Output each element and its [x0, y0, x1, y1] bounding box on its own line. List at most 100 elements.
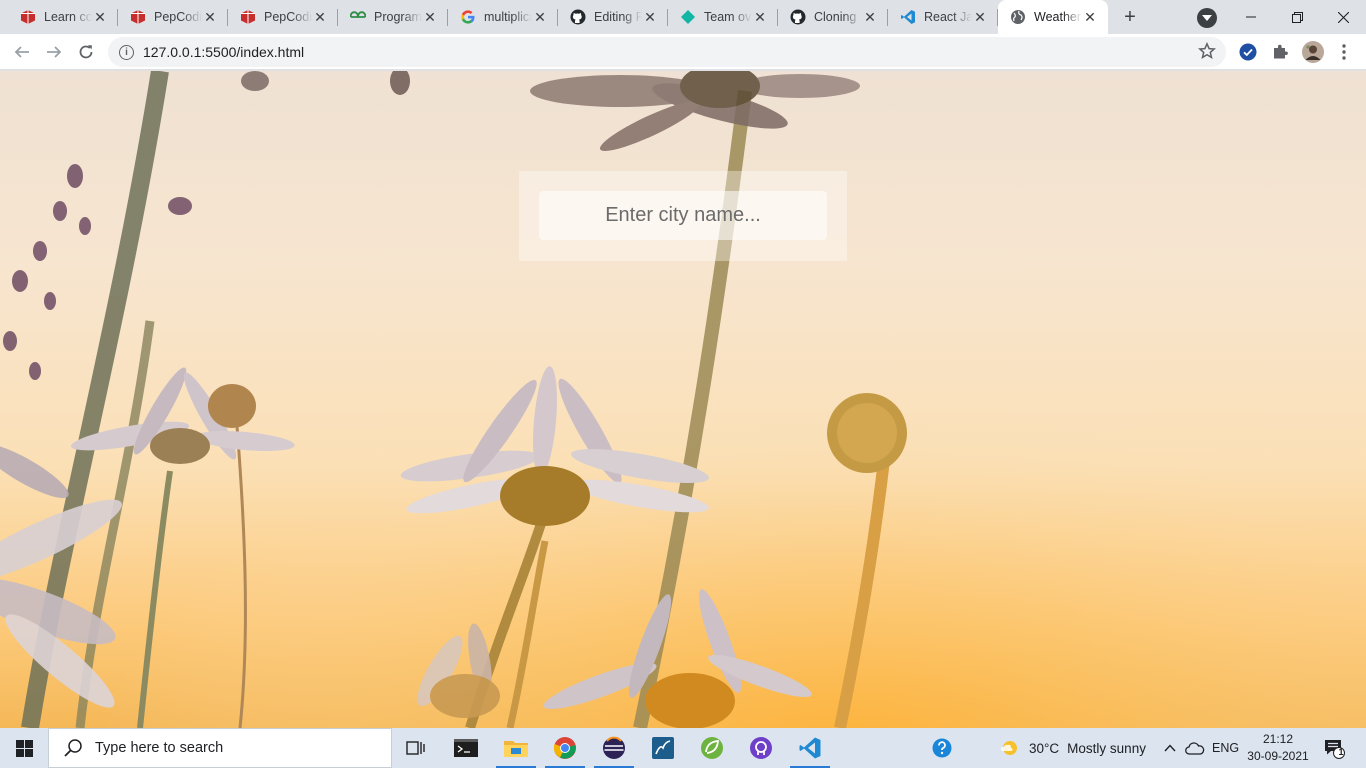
- tab-weather[interactable]: Weather ✕: [998, 0, 1108, 34]
- close-icon[interactable]: ✕: [312, 9, 328, 25]
- bookmark-star-icon[interactable]: [1197, 41, 1217, 65]
- chevron-down-icon: [1202, 15, 1212, 21]
- help-icon: [932, 738, 952, 758]
- extensions-puzzle-icon[interactable]: [1270, 42, 1290, 62]
- taskbar-search-placeholder: Type here to search: [95, 740, 224, 756]
- system-clock[interactable]: 21:12 30-09-2021: [1246, 731, 1310, 765]
- tab-search-button[interactable]: [1197, 8, 1217, 28]
- weather-widget[interactable]: 30°C Mostly sunny: [999, 728, 1146, 768]
- eclipse-app[interactable]: [592, 728, 636, 768]
- chevron-up-icon: [1164, 744, 1176, 752]
- tab-title: Weather: [1034, 10, 1082, 24]
- terminal-icon: [454, 739, 478, 757]
- file-explorer-app[interactable]: [494, 728, 538, 768]
- show-hidden-icons-button[interactable]: [1162, 728, 1178, 768]
- windows-taskbar: Type here to search 30°C Mostly sunny EN…: [0, 728, 1366, 768]
- close-icon[interactable]: ✕: [1082, 9, 1098, 25]
- reload-button[interactable]: [72, 38, 100, 66]
- tab-title: Programming: [374, 10, 422, 24]
- minimize-button[interactable]: [1228, 0, 1274, 34]
- close-icon[interactable]: ✕: [92, 9, 108, 25]
- info-icon[interactable]: i: [119, 44, 134, 60]
- tab-pepcoding-2[interactable]: PepCoding ✕: [228, 0, 338, 34]
- chrome-app[interactable]: [543, 728, 587, 768]
- tab-strip: Learn coding ✕ PepCoding ✕ PepCoding ✕ P…: [0, 0, 1366, 34]
- close-window-button[interactable]: [1320, 0, 1366, 34]
- extension-check-icon[interactable]: [1238, 42, 1258, 62]
- kebab-menu-icon: [1342, 44, 1346, 60]
- address-bar[interactable]: i 127.0.0.1:5500/index.html: [108, 37, 1226, 67]
- vscode-icon: [900, 9, 916, 25]
- clock-time: 21:12: [1262, 732, 1294, 746]
- reload-icon: [79, 45, 93, 59]
- clock-date: 30-09-2021: [1247, 749, 1309, 763]
- search-card: [519, 171, 847, 261]
- terminal-app[interactable]: [444, 728, 488, 768]
- tab-editing-readme[interactable]: Editing README ✕: [558, 0, 668, 34]
- input-language[interactable]: ENG: [1212, 728, 1239, 768]
- page-viewport: [0, 71, 1366, 728]
- github-desktop-app[interactable]: [739, 728, 783, 768]
- tab-title: PepCoding: [264, 10, 312, 24]
- start-button[interactable]: [0, 728, 48, 768]
- tab-pepcoding-1[interactable]: PepCoding ✕: [118, 0, 228, 34]
- sun-weather-icon: [1001, 741, 1017, 755]
- weather-temperature: 30°C: [1029, 740, 1060, 756]
- pepcoding-icon: [130, 9, 146, 25]
- profile-avatar[interactable]: [1302, 41, 1324, 63]
- diamond-icon: [680, 9, 696, 25]
- city-search-input[interactable]: [539, 191, 827, 240]
- mysql-workbench-app[interactable]: [641, 728, 685, 768]
- more-options-button[interactable]: [1334, 42, 1354, 62]
- github-desktop-icon: [750, 737, 772, 759]
- github-icon: [570, 9, 586, 25]
- tab-title: React Java: [924, 10, 972, 24]
- pepcoding-icon: [240, 9, 256, 25]
- task-view-icon: [406, 741, 425, 755]
- forward-button[interactable]: [40, 38, 68, 66]
- onedrive-button[interactable]: [1185, 728, 1205, 768]
- close-icon: [1337, 11, 1349, 23]
- windows-logo-icon: [15, 739, 33, 757]
- tab-programming[interactable]: Programming ✕: [338, 0, 448, 34]
- tab-learn-coding[interactable]: Learn coding ✕: [8, 0, 118, 34]
- task-view-button[interactable]: [394, 728, 438, 768]
- tab-title: multiplication: [484, 10, 532, 24]
- pepcoding-icon: [20, 9, 36, 25]
- mysql-workbench-icon: [652, 737, 674, 759]
- geeksforgeeks-icon: [350, 9, 366, 25]
- close-icon[interactable]: ✕: [972, 9, 988, 25]
- tab-team-overview[interactable]: Team overview ✕: [668, 0, 778, 34]
- new-tab-button[interactable]: +: [1118, 5, 1142, 29]
- vscode-app[interactable]: [788, 728, 832, 768]
- close-icon[interactable]: ✕: [202, 9, 218, 25]
- minimize-icon: [1246, 16, 1256, 18]
- url-text[interactable]: 127.0.0.1:5500/index.html: [143, 44, 304, 60]
- spring-tools-icon: [701, 737, 723, 759]
- close-icon[interactable]: ✕: [862, 9, 878, 25]
- taskbar-search-box[interactable]: Type here to search: [48, 728, 392, 768]
- browser-toolbar: i 127.0.0.1:5500/index.html: [0, 34, 1366, 70]
- file-explorer-icon: [504, 741, 528, 757]
- arrow-left-icon: [14, 46, 29, 58]
- close-icon[interactable]: ✕: [422, 9, 438, 25]
- back-button[interactable]: [8, 38, 36, 66]
- arrow-right-icon: [47, 46, 62, 58]
- flower-background-image: [0, 71, 1366, 728]
- restore-button[interactable]: [1274, 0, 1320, 34]
- close-icon[interactable]: ✕: [642, 9, 658, 25]
- close-icon[interactable]: ✕: [532, 9, 548, 25]
- tab-react-java[interactable]: React Java ✕: [888, 0, 998, 34]
- weather-condition: Mostly sunny: [1067, 740, 1146, 756]
- tab-title: PepCoding: [154, 10, 202, 24]
- spring-tools-app[interactable]: [690, 728, 734, 768]
- globe-icon: [1010, 9, 1026, 25]
- notification-count: 1: [1338, 747, 1344, 757]
- tab-title: Cloning: [814, 10, 857, 24]
- tab-cloning[interactable]: Cloning ✕: [778, 0, 888, 34]
- tab-multiplication[interactable]: multiplication ✕: [448, 0, 558, 34]
- action-center-button[interactable]: 1: [1322, 728, 1346, 768]
- close-icon[interactable]: ✕: [752, 9, 768, 25]
- help-button[interactable]: [920, 728, 964, 768]
- google-icon: [460, 9, 476, 25]
